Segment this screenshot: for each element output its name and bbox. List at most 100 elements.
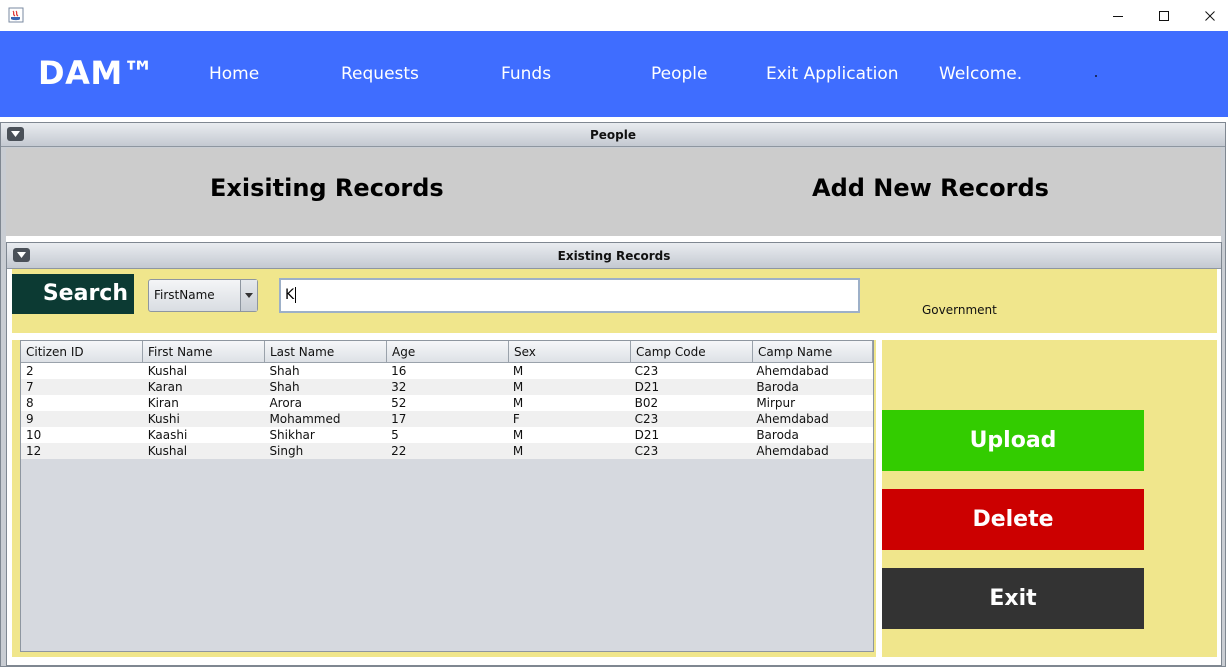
upload-button[interactable]: Upload bbox=[882, 410, 1144, 471]
nav-requests[interactable]: Requests bbox=[341, 64, 419, 84]
divider bbox=[12, 333, 1217, 340]
cell-last-name: Singh bbox=[269, 444, 304, 458]
cell-camp-name: Mirpur bbox=[756, 396, 796, 410]
maximize-button[interactable] bbox=[1141, 0, 1187, 31]
cell-camp-code: D21 bbox=[634, 428, 660, 442]
cell-sex: M bbox=[512, 364, 524, 378]
cell-camp-name: Ahemdabad bbox=[756, 364, 829, 378]
table-row[interactable]: 8 Kiran Arora 52 M B02 Mirpur bbox=[21, 395, 873, 411]
close-icon bbox=[1205, 10, 1215, 21]
top-navbar: DAM™ Home Requests Funds People Exit App… bbox=[0, 31, 1228, 117]
existing-records-internal-frame: Existing Records Search FirstName K Gove… bbox=[6, 242, 1222, 666]
cell-camp-name: Ahemdabad bbox=[756, 444, 829, 458]
window-titlebar bbox=[0, 0, 1228, 31]
table-panel: Citizen ID First Name Last Name Age Sex … bbox=[12, 340, 876, 657]
tab-existing-records[interactable]: Exisiting Records bbox=[210, 174, 444, 202]
records-tab-band: Exisiting Records Add New Records bbox=[6, 148, 1221, 236]
people-internal-frame: People Exisiting Records Add New Records… bbox=[0, 122, 1226, 667]
cell-last-name: Shah bbox=[269, 380, 300, 394]
nav-funds[interactable]: Funds bbox=[501, 64, 551, 84]
cell-first-name: Karan bbox=[147, 380, 183, 394]
cell-citizen-id: 8 bbox=[26, 396, 34, 410]
cell-first-name: Kushi bbox=[147, 412, 180, 426]
user-role-label: Government bbox=[922, 303, 997, 317]
cell-camp-code: C23 bbox=[634, 412, 659, 426]
column-header-first-name[interactable]: First Name bbox=[143, 341, 265, 363]
people-frame-titlebar: People bbox=[1, 123, 1225, 147]
cell-age: 17 bbox=[391, 412, 407, 426]
dropdown-arrow-icon bbox=[240, 280, 257, 311]
table-row[interactable]: 12 Kushal Singh 22 M C23 Ahemdabad bbox=[21, 443, 873, 459]
column-header-last-name[interactable]: Last Name bbox=[265, 341, 387, 363]
search-field-selected: FirstName bbox=[154, 288, 215, 302]
delete-button[interactable]: Delete bbox=[882, 489, 1144, 550]
cell-camp-code: C23 bbox=[634, 364, 659, 378]
records-table[interactable]: Citizen ID First Name Last Name Age Sex … bbox=[20, 340, 874, 652]
cell-age: 16 bbox=[391, 364, 407, 378]
cell-age: 32 bbox=[391, 380, 407, 394]
java-app-icon bbox=[8, 7, 24, 23]
cell-citizen-id: 10 bbox=[26, 428, 42, 442]
table-row[interactable]: 10 Kaashi Shikhar 5 M D21 Baroda bbox=[21, 427, 873, 443]
existing-records-title: Existing Records bbox=[557, 249, 671, 263]
minimize-button[interactable] bbox=[1095, 0, 1141, 31]
cell-citizen-id: 2 bbox=[26, 364, 34, 378]
cell-last-name: Mohammed bbox=[269, 412, 341, 426]
cell-first-name: Kushal bbox=[147, 444, 188, 458]
nav-home[interactable]: Home bbox=[209, 64, 259, 84]
cell-first-name: Kiran bbox=[147, 396, 179, 410]
minimize-icon bbox=[1113, 15, 1123, 17]
cell-last-name: Shikhar bbox=[269, 428, 315, 442]
chevron-down-icon bbox=[11, 131, 20, 137]
column-header-camp-code[interactable]: Camp Code bbox=[631, 341, 753, 363]
cell-camp-name: Baroda bbox=[756, 428, 799, 442]
cell-camp-code: D21 bbox=[634, 380, 660, 394]
column-header-citizen-id[interactable]: Citizen ID bbox=[21, 341, 143, 363]
table-row[interactable]: 9 Kushi Mohammed 17 F C23 Ahemdabad bbox=[21, 411, 873, 427]
cell-camp-code: C23 bbox=[634, 444, 659, 458]
search-button[interactable]: Search bbox=[12, 274, 134, 314]
cell-sex: M bbox=[512, 444, 524, 458]
cell-sex: M bbox=[512, 396, 524, 410]
cell-citizen-id: 12 bbox=[26, 444, 42, 458]
column-header-camp-name[interactable]: Camp Name bbox=[753, 341, 873, 363]
cell-camp-name: Ahemdabad bbox=[756, 412, 829, 426]
chevron-down-icon bbox=[17, 252, 26, 258]
text-caret bbox=[295, 287, 297, 303]
cell-sex: M bbox=[512, 380, 524, 394]
brand-logo: DAM™ bbox=[38, 54, 156, 92]
exit-button[interactable]: Exit bbox=[882, 568, 1144, 629]
cell-camp-code: B02 bbox=[634, 396, 659, 410]
search-field-select[interactable]: FirstName bbox=[148, 279, 258, 312]
search-panel: Search FirstName K Government bbox=[12, 269, 1217, 333]
nav-exit-application[interactable]: Exit Application bbox=[766, 64, 899, 84]
cell-first-name: Kushal bbox=[147, 364, 188, 378]
search-input[interactable]: K bbox=[279, 278, 860, 313]
nav-welcome: Welcome. bbox=[939, 64, 1023, 84]
cell-last-name: Arora bbox=[269, 396, 302, 410]
table-row[interactable]: 2 Kushal Shah 16 M C23 Ahemdabad bbox=[21, 363, 873, 379]
existing-records-titlebar: Existing Records bbox=[7, 243, 1221, 269]
nav-people[interactable]: People bbox=[651, 64, 707, 84]
tab-add-new-records[interactable]: Add New Records bbox=[812, 174, 1049, 202]
table-body: 2 Kushal Shah 16 M C23 Ahemdabad 7 Karan… bbox=[21, 363, 873, 459]
people-frame-menu-button[interactable] bbox=[7, 127, 24, 141]
search-input-value: K bbox=[285, 287, 295, 303]
column-header-age[interactable]: Age bbox=[387, 341, 509, 363]
actions-panel: Upload Delete Exit bbox=[882, 340, 1217, 657]
column-header-sex[interactable]: Sex bbox=[509, 341, 631, 363]
cell-citizen-id: 7 bbox=[26, 380, 34, 394]
cell-age: 52 bbox=[391, 396, 407, 410]
cell-sex: M bbox=[512, 428, 524, 442]
user-name-placeholder bbox=[1095, 75, 1097, 77]
people-frame-title: People bbox=[589, 128, 637, 142]
cell-citizen-id: 9 bbox=[26, 412, 34, 426]
cell-age: 22 bbox=[391, 444, 407, 458]
close-button[interactable] bbox=[1187, 0, 1228, 31]
cell-camp-name: Baroda bbox=[756, 380, 799, 394]
existing-records-menu-button[interactable] bbox=[13, 248, 30, 262]
cell-last-name: Shah bbox=[269, 364, 300, 378]
maximize-icon bbox=[1159, 10, 1169, 21]
table-header: Citizen ID First Name Last Name Age Sex … bbox=[21, 341, 873, 363]
table-row[interactable]: 7 Karan Shah 32 M D21 Baroda bbox=[21, 379, 873, 395]
